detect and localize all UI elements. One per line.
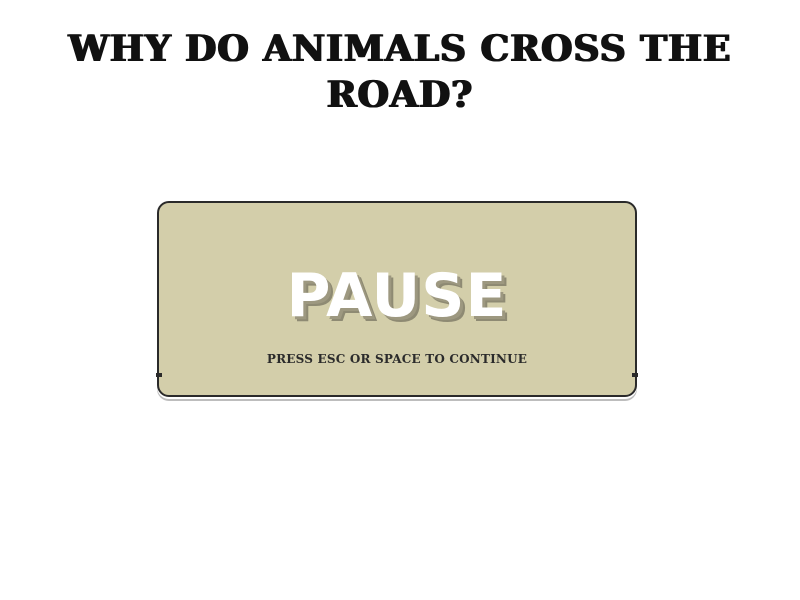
panel-corner-right (632, 373, 638, 377)
panel-corner-left (156, 373, 162, 377)
pause-panel: PAUSE PRESS ESC OR SPACE TO CONTINUE (156, 201, 638, 397)
pause-heading: PAUSE (286, 261, 508, 331)
continue-hint: PRESS ESC OR SPACE TO CONTINUE (266, 352, 528, 366)
game-title: WHY DO ANIMALS CROSS THE ROAD? (68, 28, 732, 116)
